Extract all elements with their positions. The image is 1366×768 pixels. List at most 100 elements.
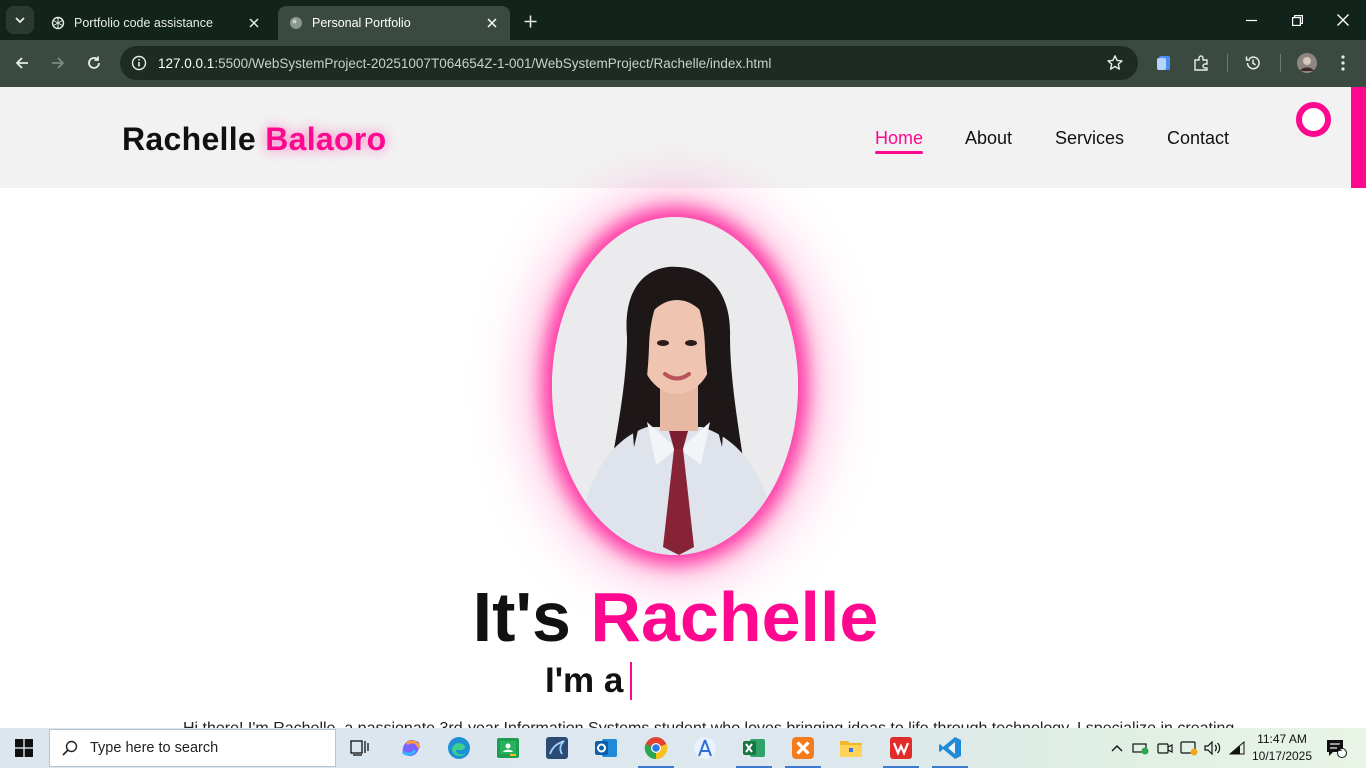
taskbar-app-vscode[interactable]: [926, 728, 974, 768]
hero-subheading: I'm a: [545, 661, 624, 700]
back-button[interactable]: [9, 50, 35, 76]
outlook-icon: [595, 739, 617, 757]
theme-toggle-button[interactable]: [1296, 102, 1331, 137]
restore-button[interactable]: [1274, 0, 1320, 40]
taskbar-app-copilot[interactable]: [387, 728, 435, 768]
taskbar-app-xampp[interactable]: [779, 728, 827, 768]
folder-icon: [840, 741, 862, 757]
edge-icon: [448, 737, 470, 759]
notification-icon: [1327, 740, 1347, 758]
profile-avatar[interactable]: [1296, 52, 1318, 74]
taskbar-app-file-explorer[interactable]: [827, 728, 875, 768]
close-icon: [1337, 14, 1349, 26]
battery-icon: [1132, 743, 1149, 755]
toolbar-separator: [1227, 54, 1228, 72]
show-hidden-icons-button[interactable]: [1106, 728, 1128, 768]
minimize-button[interactable]: [1228, 0, 1274, 40]
logo-last-name: Balaoro: [265, 121, 387, 157]
start-button[interactable]: [0, 728, 48, 768]
search-icon: [62, 740, 78, 756]
more-menu-icon[interactable]: [1332, 52, 1354, 74]
globe-icon: [288, 15, 304, 31]
taskbar-search-box[interactable]: Type here to search: [49, 729, 336, 767]
url-host: 127.0.0.1: [158, 55, 215, 71]
history-icon[interactable]: [1242, 52, 1264, 74]
search-placeholder: Type here to search: [90, 740, 219, 756]
mysql-workbench-icon: [546, 737, 568, 759]
taskbar-clock[interactable]: 11:47 AM 10/17/2025: [1246, 731, 1318, 765]
nav-link-services[interactable]: Services: [1055, 128, 1124, 149]
hero-heading: It's Rachelle: [0, 577, 1351, 657]
nav-link-about[interactable]: About: [965, 128, 1012, 149]
scrollbar-thumb[interactable]: [1351, 87, 1366, 188]
restore-icon: [1291, 14, 1303, 26]
browser-tab-strip: Portfolio code assistance Personal Portf…: [0, 0, 1366, 40]
logo-first-name: Rachelle: [122, 121, 257, 157]
page-scrollbar[interactable]: [1351, 87, 1366, 728]
address-bar[interactable]: 127.0.0.1:5500/WebSystemProject-20251007…: [120, 46, 1138, 80]
nav-link-contact[interactable]: Contact: [1167, 128, 1229, 149]
notification-count: 1: [1337, 744, 1343, 754]
copilot-icon: [401, 739, 421, 757]
tray-meet-now[interactable]: [1154, 728, 1176, 768]
chevron-down-icon: [15, 17, 25, 24]
arrow-right-icon: [52, 57, 65, 69]
close-icon[interactable]: [484, 15, 500, 31]
notification-center-button[interactable]: 1: [1321, 728, 1351, 768]
tab-title: Portfolio code assistance: [74, 16, 213, 30]
taskbar-app-android-studio[interactable]: [681, 728, 729, 768]
extension-icon[interactable]: [1153, 52, 1175, 74]
taskbar-app-classroom[interactable]: [484, 728, 532, 768]
minimize-icon: [1245, 19, 1257, 21]
chrome-icon: [644, 737, 668, 760]
task-view-button[interactable]: [336, 728, 384, 768]
site-info-icon[interactable]: [122, 46, 156, 80]
nav-link-home[interactable]: Home: [875, 128, 924, 154]
hero-heading-prefix: It's: [472, 578, 571, 656]
tab-portfolio-code-assistance[interactable]: Portfolio code assistance: [40, 6, 272, 40]
url-path: :5500/WebSystemProject-20251007T064654Z-…: [214, 55, 772, 71]
speaker-icon: [1204, 741, 1221, 755]
windows-logo-icon: [15, 739, 33, 757]
bookmark-star-icon[interactable]: [1106, 54, 1124, 72]
taskbar-app-edge[interactable]: [435, 728, 483, 768]
taskbar-app-outlook[interactable]: [582, 728, 630, 768]
tray-network[interactable]: [1226, 728, 1248, 768]
forward-button[interactable]: [45, 50, 71, 76]
android-studio-icon: [694, 737, 716, 759]
taskbar-app-chrome[interactable]: [632, 728, 680, 768]
tray-volume[interactable]: [1202, 728, 1224, 768]
hero-bio-text: Hi there! I'm Rachelle, a passionate 3rd…: [183, 720, 1234, 728]
page-viewport: Rachelle Balaoro Home About Services Con…: [0, 87, 1366, 728]
tray-app-status[interactable]: [1178, 728, 1200, 768]
puzzle-icon[interactable]: [1190, 52, 1212, 74]
windows-taskbar: Type here to search 11:47 AM 10/17/2025 …: [0, 728, 1366, 768]
close-icon[interactable]: [246, 15, 262, 31]
taskbar-app-excel[interactable]: [730, 728, 778, 768]
tray-battery-saver[interactable]: [1130, 728, 1152, 768]
task-view-icon: [350, 740, 369, 756]
site-logo[interactable]: Rachelle Balaoro: [122, 121, 386, 158]
toolbar-separator: [1280, 54, 1281, 72]
taskbar-app-wps[interactable]: [877, 728, 925, 768]
plus-icon: [524, 15, 536, 27]
clock-date: 10/17/2025: [1251, 749, 1313, 763]
reload-button[interactable]: [81, 50, 107, 76]
camera-icon: [1157, 743, 1173, 754]
tab-personal-portfolio[interactable]: Personal Portfolio: [278, 6, 510, 40]
site-header: Rachelle Balaoro Home About Services Con…: [0, 87, 1351, 188]
openai-icon: [50, 15, 66, 31]
tab-search-button[interactable]: [6, 6, 34, 34]
app-status-icon: [1180, 741, 1198, 756]
tab-title: Personal Portfolio: [312, 16, 411, 30]
wps-office-icon: [890, 737, 912, 759]
arrow-left-icon: [15, 57, 28, 69]
wifi-icon: [1229, 741, 1245, 755]
excel-icon: [743, 739, 765, 757]
close-window-button[interactable]: [1320, 0, 1366, 40]
taskbar-app-sql-workbench[interactable]: [533, 728, 581, 768]
chevron-up-icon: [1111, 745, 1123, 752]
new-tab-button[interactable]: [518, 9, 542, 33]
url-text: 127.0.0.1:5500/WebSystemProject-20251007…: [158, 56, 771, 71]
browser-toolbar: 127.0.0.1:5500/WebSystemProject-20251007…: [0, 40, 1366, 87]
